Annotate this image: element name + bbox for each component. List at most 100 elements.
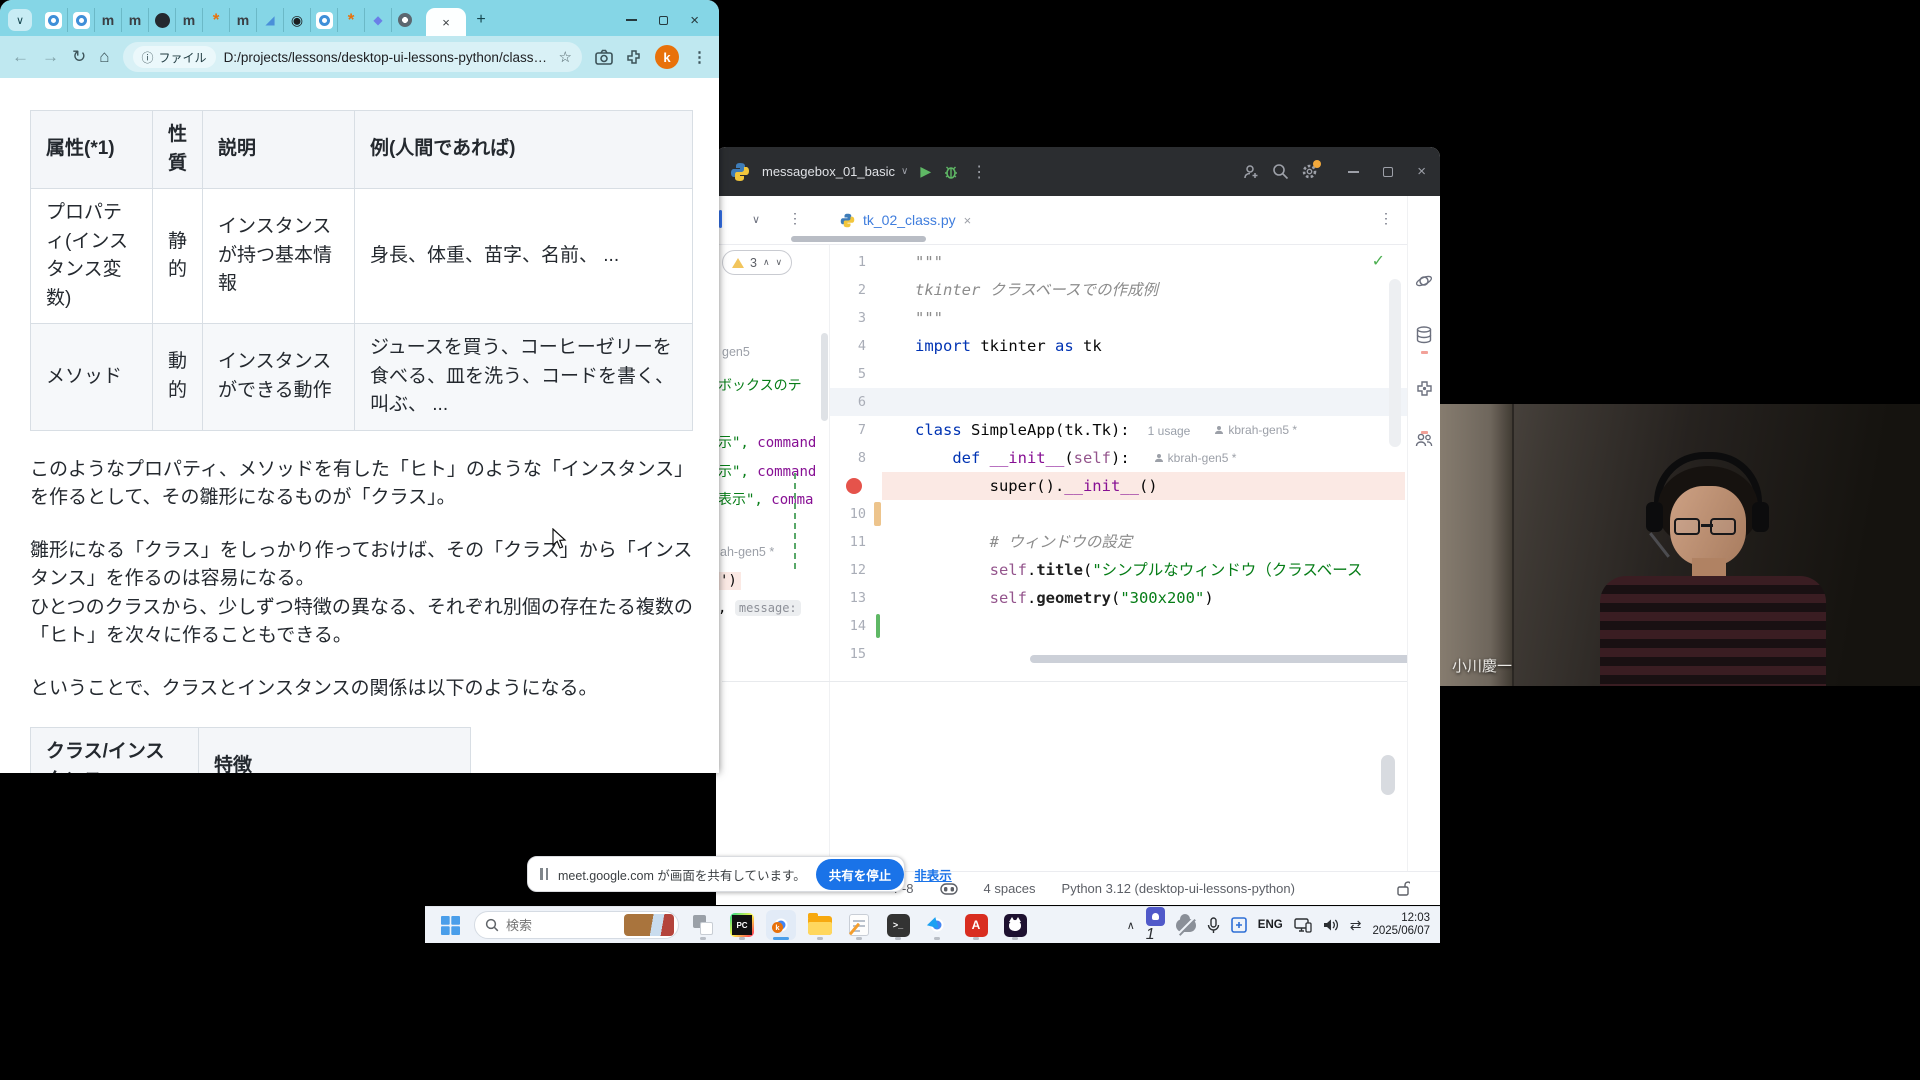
window-maximize-button[interactable] bbox=[1383, 167, 1393, 177]
update-sync-tray-icon[interactable]: ⇄ bbox=[1350, 917, 1362, 934]
file-protocol-chip[interactable]: ⓘ ファイル bbox=[133, 46, 216, 68]
debug-button[interactable] bbox=[943, 164, 959, 180]
pinned-tab-github-icon[interactable] bbox=[148, 8, 175, 32]
window-maximize-button[interactable] bbox=[659, 16, 668, 25]
error-stripe-mark[interactable] bbox=[1421, 351, 1428, 354]
code-editor[interactable]: 12 34 56 78 10 1112 1314 15 """ tkinter … bbox=[830, 245, 1407, 668]
microphone-tray-icon[interactable] bbox=[1207, 917, 1220, 934]
start-button[interactable] bbox=[435, 910, 465, 940]
pinned-tab-triangle-icon[interactable]: ◢ bbox=[256, 8, 283, 32]
pinned-tab-asterisk-icon[interactable]: * bbox=[337, 8, 364, 32]
error-stripe-mark[interactable] bbox=[1421, 431, 1428, 434]
volume-tray-icon[interactable] bbox=[1323, 918, 1339, 932]
window-close-button[interactable]: × bbox=[690, 13, 699, 28]
tray-overflow-chevron-icon[interactable]: ∧ bbox=[1127, 919, 1135, 932]
pinned-tab-chrome-icon[interactable] bbox=[391, 8, 418, 32]
indent-widget[interactable]: 4 spaces bbox=[984, 881, 1036, 896]
tab-scrollbar[interactable] bbox=[791, 236, 926, 242]
pinned-tab-asterisk-icon[interactable]: * bbox=[202, 8, 229, 32]
inspection-ok-check-icon[interactable]: ✓ bbox=[1372, 251, 1385, 271]
right-tool-stripe bbox=[1407, 196, 1440, 871]
teams-tray-icon[interactable]: 1 bbox=[1146, 907, 1165, 944]
prev-warning-chevron-icon[interactable]: ∧ bbox=[763, 257, 770, 268]
run-button[interactable]: ▶ bbox=[920, 163, 931, 180]
onedrive-paused-icon[interactable] bbox=[1176, 919, 1196, 932]
editor-tab-bar: ∨ ⋮ tk_02_class.py × ⋮ bbox=[716, 196, 1407, 245]
browser-menu-kebab-icon[interactable]: ⋮ bbox=[692, 48, 707, 66]
mouse-cursor bbox=[552, 528, 568, 550]
warning-count: 3 bbox=[750, 256, 757, 270]
screen-capture-tray-icon[interactable] bbox=[1231, 917, 1247, 933]
back-icon[interactable]: ← bbox=[12, 47, 29, 67]
next-warning-chevron-icon[interactable]: ∨ bbox=[776, 257, 783, 268]
taskbar-clock[interactable]: 12:03 2025/06/07 bbox=[1372, 912, 1430, 938]
close-tab-icon[interactable]: × bbox=[442, 15, 450, 30]
settings-gear-icon[interactable] bbox=[1301, 163, 1318, 180]
reload-icon[interactable]: ↻ bbox=[72, 47, 86, 67]
taskbar-chrome-button[interactable]: k bbox=[766, 910, 796, 940]
readonly-lock-icon[interactable] bbox=[1397, 881, 1410, 896]
pinned-tab-m-icon[interactable]: m bbox=[121, 8, 148, 32]
profile-avatar[interactable]: k bbox=[655, 45, 679, 69]
pinned-tab-m-icon[interactable]: m bbox=[229, 8, 256, 32]
table-cell: プロパティ(インスタンス変数) bbox=[31, 189, 153, 324]
extensions-puzzle-icon[interactable] bbox=[626, 49, 642, 65]
tab-options-kebab-icon[interactable]: ⋮ bbox=[788, 210, 802, 227]
taskbar-pycharm-button[interactable]: PC bbox=[727, 910, 757, 940]
hide-bar-link[interactable]: 非表示 bbox=[914, 865, 952, 884]
pinned-tab-m-icon[interactable]: m bbox=[94, 8, 121, 32]
editor-horizontal-scrollbar[interactable] bbox=[1030, 655, 1407, 663]
bookmark-star-icon[interactable]: ☆ bbox=[559, 48, 572, 66]
close-tab-icon[interactable]: × bbox=[964, 213, 972, 228]
copilot-icon[interactable] bbox=[940, 883, 958, 895]
add-user-icon[interactable] bbox=[1242, 164, 1260, 180]
pinned-tab-site-icon[interactable] bbox=[67, 8, 94, 32]
code-with-me-icon[interactable] bbox=[1415, 433, 1433, 447]
new-tab-button[interactable]: + bbox=[468, 7, 494, 33]
search-icon bbox=[485, 918, 499, 932]
taskbar-notepad-button[interactable] bbox=[844, 910, 874, 940]
taskbar-terminal-button[interactable]: >_ bbox=[883, 910, 913, 940]
tab-search-button[interactable]: ∨ bbox=[8, 9, 32, 31]
address-bar[interactable]: ⓘ ファイル D:/projects/lessons/desktop-ui-le… bbox=[123, 42, 582, 72]
home-icon[interactable]: ⌂ bbox=[99, 47, 109, 67]
lower-pane-scrollbar[interactable] bbox=[1381, 755, 1395, 795]
plugins-icon[interactable] bbox=[1416, 380, 1433, 397]
taskbar-search[interactable] bbox=[474, 911, 679, 939]
search-input[interactable] bbox=[506, 918, 617, 933]
left-split-scrollbar[interactable] bbox=[821, 333, 828, 421]
search-highlight-thumbnail[interactable] bbox=[624, 914, 674, 936]
language-indicator[interactable]: ENG bbox=[1258, 919, 1283, 931]
pinned-tab-site-icon[interactable] bbox=[40, 8, 67, 32]
pinned-tab-sparkle-icon[interactable]: ◆ bbox=[364, 8, 391, 32]
taskbar-drive-button[interactable] bbox=[922, 910, 952, 940]
search-everywhere-icon[interactable] bbox=[1272, 163, 1289, 180]
ai-assistant-icon[interactable] bbox=[1415, 272, 1433, 290]
interpreter-widget[interactable]: Python 3.12 (desktop-ui-lessons-python) bbox=[1062, 881, 1295, 896]
camera-icon[interactable] bbox=[595, 49, 613, 65]
editor-vertical-scrollbar[interactable] bbox=[1389, 279, 1401, 447]
more-actions-kebab-icon[interactable]: ⋮ bbox=[971, 162, 987, 182]
breakpoint-icon[interactable] bbox=[846, 478, 862, 494]
taskbar-acrobat-button[interactable]: A bbox=[961, 910, 991, 940]
window-minimize-button[interactable] bbox=[626, 19, 637, 21]
url-text[interactable]: D:/projects/lessons/desktop-ui-lessons-p… bbox=[224, 50, 551, 65]
pinned-tab-m-icon[interactable]: m bbox=[175, 8, 202, 32]
active-tab[interactable]: × bbox=[426, 8, 466, 36]
display-tray-icon[interactable] bbox=[1294, 918, 1312, 933]
forward-icon[interactable]: → bbox=[42, 47, 59, 67]
inspections-widget[interactable]: 3 ∧ ∨ bbox=[722, 250, 792, 275]
taskbar-desktops-button[interactable] bbox=[688, 910, 718, 940]
window-close-button[interactable]: × bbox=[1417, 163, 1426, 180]
pinned-tab-record-icon[interactable]: ◉ bbox=[283, 8, 310, 32]
run-configuration-selector[interactable]: messagebox_01_basic ∨ bbox=[762, 164, 908, 179]
window-minimize-button[interactable] bbox=[1348, 171, 1359, 173]
editor-options-kebab-icon[interactable]: ⋮ bbox=[1379, 210, 1393, 227]
stop-sharing-button[interactable]: 共有を停止 bbox=[816, 859, 905, 890]
taskbar-github-button[interactable] bbox=[1000, 910, 1030, 940]
pinned-tab-site-icon[interactable] bbox=[310, 8, 337, 32]
database-icon[interactable] bbox=[1416, 326, 1432, 344]
hidden-tabs-chevron-icon[interactable]: ∨ bbox=[752, 213, 760, 226]
taskbar-explorer-button[interactable] bbox=[805, 910, 835, 940]
gutter: 12 34 56 78 10 1112 1314 15 bbox=[830, 248, 882, 668]
